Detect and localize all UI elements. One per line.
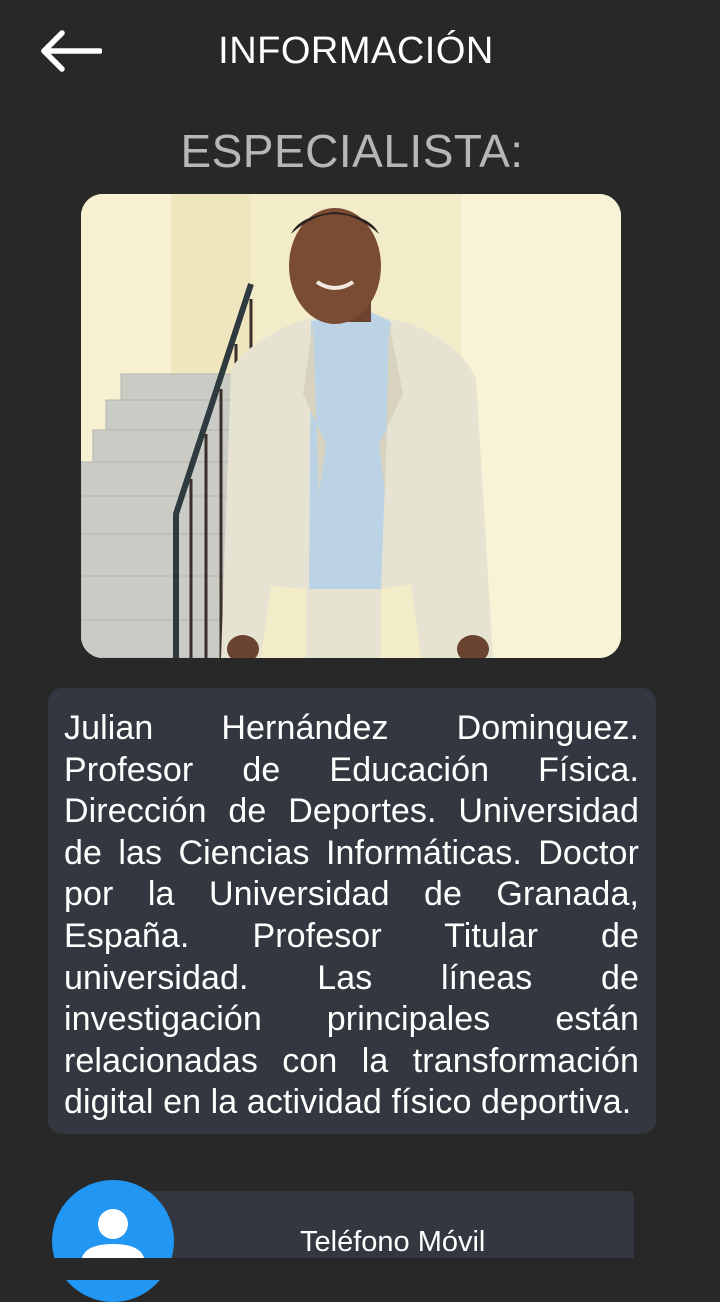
person-icon <box>81 1209 145 1274</box>
section-title: ESPECIALISTA: <box>180 125 524 177</box>
specialist-photo <box>81 194 621 658</box>
specialist-bio: Julian Hernández Dominguez. Profesor de … <box>64 709 639 1122</box>
phone-contact-button[interactable] <box>52 1180 174 1302</box>
bottom-edge <box>0 1258 720 1280</box>
bio-card: Julian Hernández Dominguez. Profesor de … <box>48 688 656 1134</box>
page-title: INFORMACIÓN <box>218 30 494 72</box>
phone-contact-label: Teléfono Móvil <box>300 1226 486 1258</box>
